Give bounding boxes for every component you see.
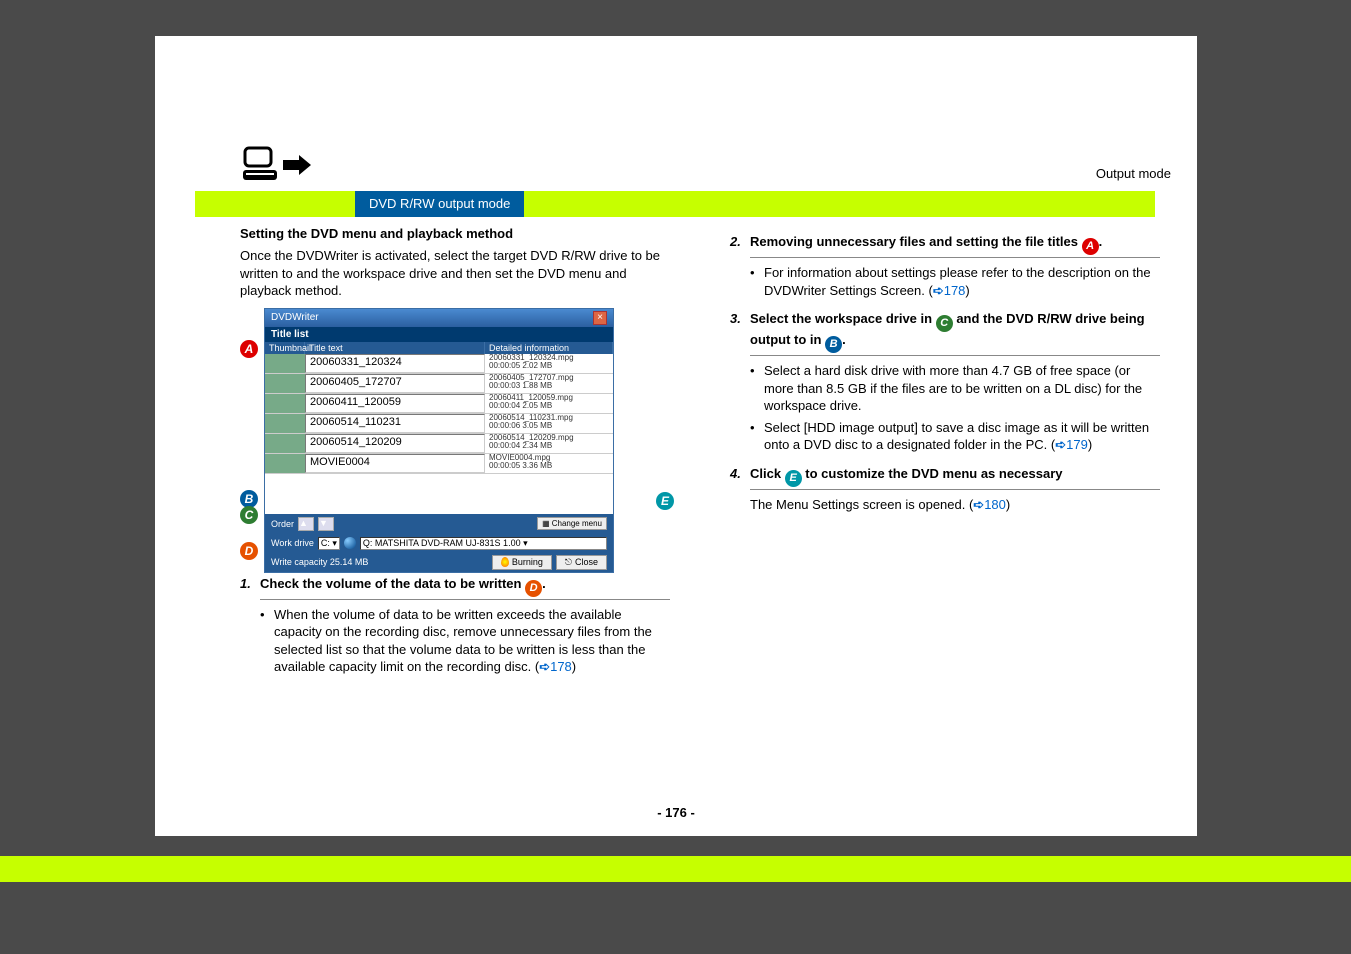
dvdwriter-screenshot: A B C D E DVDWriter × Title list Thumbna… [240,308,670,564]
col-thumbnail: Thumbnail [265,342,305,354]
link-arrow-icon: ➪ [1055,437,1066,452]
marker-e: E [656,492,674,510]
left-heading: Setting the DVD menu and playback method [240,226,670,241]
step2-number: 2. [730,234,750,303]
close-button[interactable]: ⎋ Close [556,555,607,570]
order-down-button[interactable]: ▼ [318,517,334,531]
marker-a-inline: A [1082,238,1099,255]
marker-d: D [240,542,258,560]
step4-text-b: to customize the DVD menu as necessary [802,466,1063,481]
marker-d-inline: D [525,580,542,597]
step3-bullet1: Select a hard disk drive with more than … [764,362,1160,415]
marker-c: C [240,506,258,524]
work-drive-select[interactable]: C: ▾ [318,537,340,550]
step4-number: 4. [730,466,750,522]
section-tab: DVD R/RW output mode [355,191,524,217]
close-icon[interactable]: × [593,311,607,325]
step1-number: 1. [240,576,260,680]
work-drive-label: Work drive [271,538,314,548]
table-row[interactable]: 20060331_12032420060331_120324.mpg00:00:… [265,354,613,374]
step4-text-a: Click [750,466,785,481]
marker-a: A [240,340,258,358]
page-link-180[interactable]: 180 [984,497,1006,512]
section-header-bar: DVD R/RW output mode [195,191,1155,217]
col-detail: Detailed information [485,342,613,354]
dvdwriter-window: DVDWriter × Title list Thumbnail Title t… [264,308,614,573]
output-mode-label: Output mode [1096,166,1171,181]
order-label: Order [271,519,294,529]
dvd-drive-select[interactable]: Q: MATSHITA DVD-RAM UJ-831S 1.00 ▾ [360,537,607,550]
marker-e-inline: E [785,470,802,487]
link-arrow-icon: ➪ [973,497,984,512]
table-row[interactable]: 20060514_11023120060514_110231.mpg00:00:… [265,414,613,434]
table-row[interactable]: 20060405_17270720060405_172707.mpg00:00:… [265,374,613,394]
link-arrow-icon: ➪ [539,659,550,674]
order-up-button[interactable]: ▲ [298,517,314,531]
change-menu-button[interactable]: ▦ Change menu [537,517,607,530]
step3-text-a: Select the workspace drive in [750,311,936,326]
marker-b: B [240,490,258,508]
step1-text: Check the volume of the data to be writt… [260,576,525,591]
table-row[interactable]: MOVIE0004MOVIE0004.mpg00:00:05 3.36 MB [265,454,613,474]
pc-output-icon [243,146,313,184]
step3-number: 3. [730,311,750,458]
link-arrow-icon: ➪ [933,283,944,298]
page-link-178b[interactable]: 178 [944,283,966,298]
table-row[interactable]: 20060514_12020920060514_120209.mpg00:00:… [265,434,613,454]
col-titletext: Title text [305,342,485,354]
capacity-label: Write capacity 25.14 MB [271,557,368,567]
step1-bullet: When the volume of data to be written ex… [274,607,652,675]
table-row[interactable]: 20060411_12005920060411_120059.mpg00:00:… [265,394,613,414]
step4-paragraph: The Menu Settings screen is opened. ( [750,497,973,512]
page-link-179[interactable]: 179 [1066,437,1088,452]
step2-text: Removing unnecessary files and setting t… [750,234,1082,249]
marker-b-inline: B [825,336,842,353]
flame-icon [501,557,509,567]
burning-button[interactable]: Burning [492,555,552,570]
left-intro: Once the DVDWriter is activated, select … [240,247,670,300]
window-title: DVDWriter [271,312,319,323]
footer-bar [0,856,1351,882]
page-link-178[interactable]: 178 [550,659,572,674]
globe-icon [344,537,356,549]
page-number: - 176 - [155,805,1197,820]
marker-c-inline: C [936,315,953,332]
title-list-header: Title list [265,327,613,342]
